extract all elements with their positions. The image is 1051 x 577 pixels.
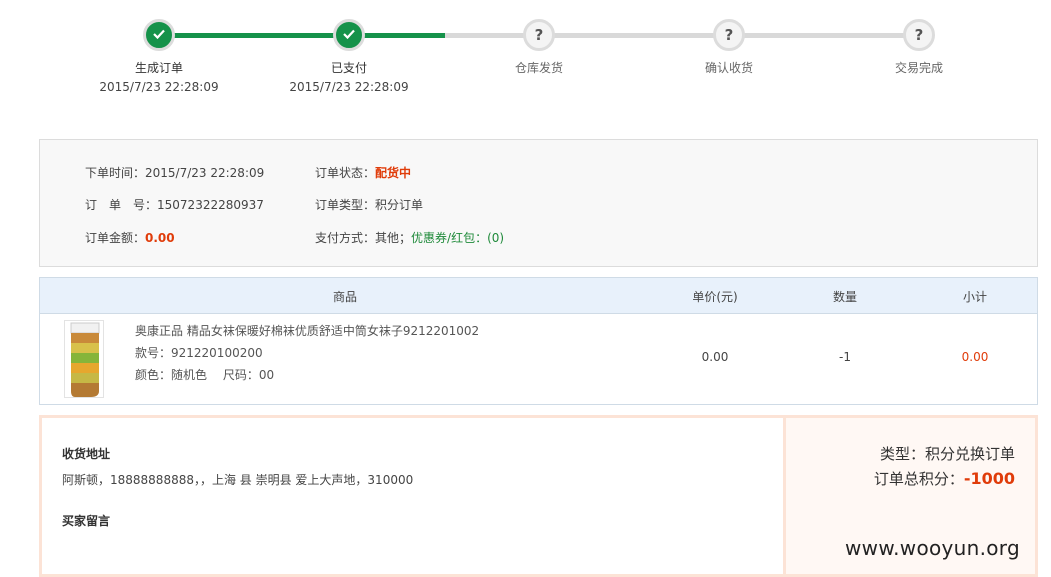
order-type: 订单类型：积分订单 — [315, 198, 424, 212]
total-points: 订单总积分：-1000 — [873, 469, 1015, 488]
step-label-shipped: 仓库发货 — [514, 61, 563, 75]
check-icon — [152, 28, 166, 43]
step-time-paid: 2015/7/23 22:28:09 — [289, 80, 409, 94]
product-attrs: 颜色：随机色 尺码：00 — [135, 368, 275, 382]
summary-type: 类型：积分兑换订单 — [879, 445, 1015, 463]
table-row: 奥康正品 精品女袜保暖好棉袜优质舒适中筒女袜子9212201002 款号：921… — [40, 314, 1037, 404]
col-subtotal: 小计 — [962, 290, 987, 304]
step-circle-5: ? — [903, 19, 935, 51]
coupon-info: 优惠券/红包：(0) — [411, 231, 505, 245]
product-name[interactable]: 奥康正品 精品女袜保暖好棉袜优质舒适中筒女袜子9212201002 — [135, 322, 479, 339]
order-amount: 订单金额：0.00 — [85, 231, 175, 245]
order-info-panel: 下单时间：2015/7/23 22:28:09 订 单 号：1507232228… — [39, 139, 1038, 267]
step-label-completed: 交易完成 — [894, 61, 943, 75]
goods-table: 商品 单价(元) 数量 小计 奥康正品 精品女袜保暖好棉袜优质舒适中筒女袜子92… — [39, 277, 1038, 405]
order-status: 订单状态：配货中 — [315, 166, 412, 180]
order-number: 订 单 号：15072322280937 — [85, 198, 264, 212]
buyer-message-title: 买家留言 — [62, 514, 111, 528]
points-value: -1000 — [963, 469, 1015, 488]
status-badge: 配货中 — [375, 166, 412, 180]
step-label-created: 生成订单 — [134, 61, 183, 75]
order-time: 下单时间：2015/7/23 22:28:09 — [85, 166, 265, 180]
step-label-paid: 已支付 — [330, 61, 367, 75]
question-icon: ? — [914, 26, 924, 44]
address-title: 收货地址 — [62, 447, 111, 461]
col-product: 商品 — [332, 290, 357, 304]
unit-price: 0.00 — [701, 350, 729, 364]
payment-method: 支付方式：其他；优惠券/红包：(0) — [315, 231, 505, 245]
question-icon: ? — [724, 26, 734, 44]
goods-table-header: 商品 单价(元) 数量 小计 — [40, 278, 1037, 314]
progress-line-pending — [445, 33, 920, 38]
subtotal: 0.00 — [961, 350, 989, 364]
step-time-created: 2015/7/23 22:28:09 — [99, 80, 219, 94]
progress-line-done — [160, 33, 445, 38]
step-circle-4: ? — [713, 19, 745, 51]
check-icon — [342, 28, 356, 43]
step-circle-1 — [143, 19, 175, 51]
step-label-received: 确认收货 — [704, 61, 753, 75]
step-circle-3: ? — [523, 19, 555, 51]
shipping-address: 阿斯顿，18888888888，，上海 县 崇明县 爱上大声地，310000 — [62, 473, 414, 487]
product-thumbnail[interactable] — [64, 320, 104, 398]
watermark: www.wooyun.org — [845, 536, 1020, 560]
quantity: -1 — [839, 350, 851, 364]
product-sku: 款号：921220100200 — [135, 346, 263, 360]
col-unit-price: 单价(元) — [692, 290, 738, 304]
shipping-panel: 收货地址 阿斯顿，18888888888，，上海 县 崇明县 爱上大声地，310… — [39, 415, 785, 577]
col-quantity: 数量 — [832, 290, 857, 304]
step-circle-2 — [333, 19, 365, 51]
order-progress: ? ? ? 生成订单 2015/7/23 22:28:09 已支付 2015/7… — [0, 0, 1051, 110]
question-icon: ? — [534, 26, 544, 44]
